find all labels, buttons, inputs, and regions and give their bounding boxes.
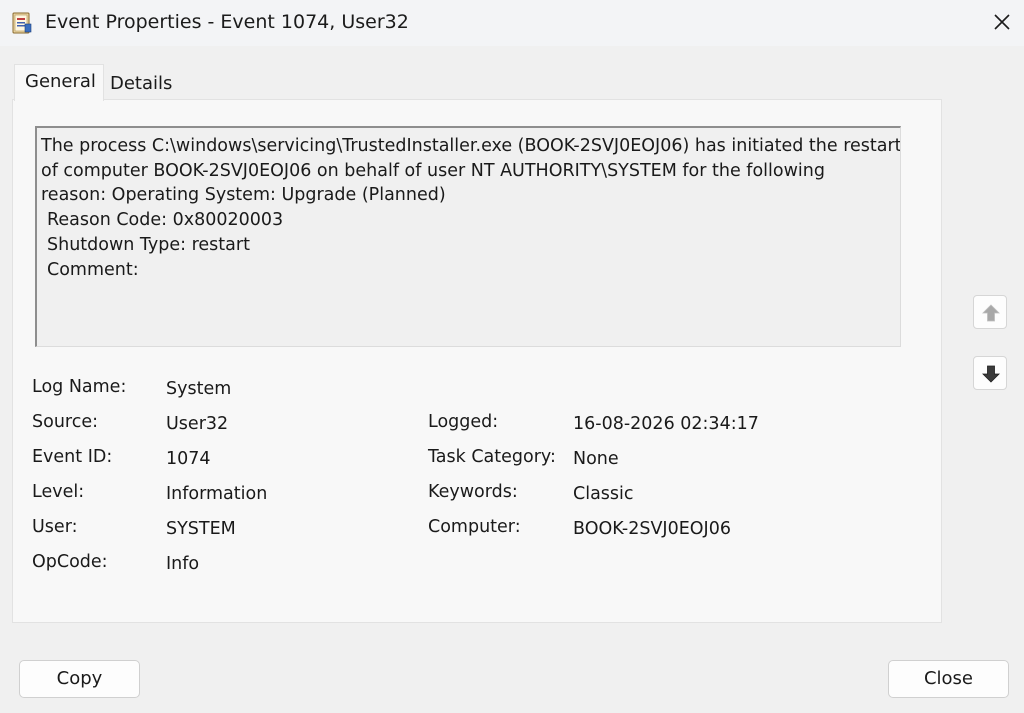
opcode-value[interactable]: Info [166,554,199,574]
description-line: The process C:\windows\servicing\Trusted… [41,136,901,156]
description-line: reason: Operating System: Upgrade (Plann… [41,185,446,206]
event-viewer-icon [12,12,32,34]
tab-details[interactable]: Details [104,70,176,100]
logged-label: Logged: [428,412,499,432]
task-category-label: Task Category: [428,447,556,467]
level-label: Level: [32,482,85,502]
logged-value[interactable]: 16-08-2026 02:34:17 [573,414,759,434]
previous-event-button[interactable] [973,295,1007,329]
opcode-label: OpCode: [32,552,108,572]
close-icon[interactable] [984,6,1020,40]
arrow-down-icon [982,365,1000,383]
keywords-label: Keywords: [428,482,518,502]
arrow-up-icon [982,304,1000,322]
computer-value[interactable]: BOOK-2SVJ0EOJ06 [573,519,731,539]
user-label: User: [32,517,78,537]
description-line: Reason Code: 0x80020003 [47,210,284,231]
task-category-value[interactable]: None [573,449,619,469]
event-id-label: Event ID: [32,447,113,467]
event-description-box[interactable]: The process C:\windows\servicing\Trusted… [35,126,901,347]
source-label: Source: [32,412,99,432]
description-line: of computer BOOK-2SVJ0EOJ06 on behalf of… [41,160,825,181]
user-value[interactable]: SYSTEM [166,519,236,539]
computer-label: Computer: [428,517,521,537]
copy-button[interactable]: Copy [19,660,140,698]
level-value[interactable]: Information [166,484,267,504]
tab-details-label: Details [110,73,173,94]
source-value[interactable]: User32 [166,414,228,434]
description-line: Comment: [47,259,139,280]
close-button[interactable]: Close [888,660,1009,698]
description-line: Shutdown Type: restart [47,234,250,255]
title-bar: Event Properties - Event 1074, User32 [0,0,1024,46]
log-name-value[interactable]: System [166,379,231,399]
log-name-label: Log Name: [32,377,127,397]
window-title: Event Properties - Event 1074, User32 [45,11,409,33]
event-id-value[interactable]: 1074 [166,449,211,469]
keywords-value[interactable]: Classic [573,484,634,504]
close-window-button[interactable] [984,6,1020,40]
next-event-button[interactable] [973,356,1007,390]
tab-general-label: General [25,71,96,92]
tab-general[interactable]: General [14,64,104,101]
